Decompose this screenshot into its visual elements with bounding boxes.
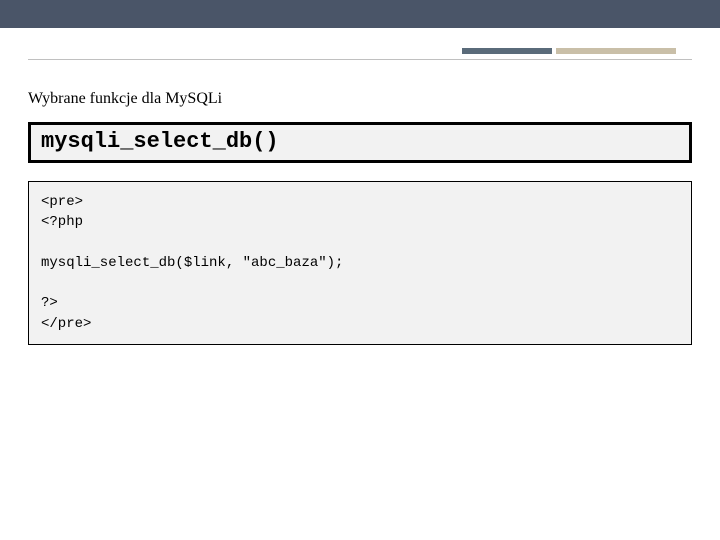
code-example-box: <pre> <?php mysqli_select_db($link, "abc… xyxy=(28,181,692,345)
accent-rule xyxy=(462,48,692,54)
section-title: Wybrane funkcje dla MySQLi xyxy=(28,90,692,108)
slide-content: Wybrane funkcje dla MySQLi mysqli_select… xyxy=(28,90,692,345)
accent-segment-dark xyxy=(462,48,552,54)
function-name: mysqli_select_db() xyxy=(41,129,679,154)
divider-line xyxy=(28,59,692,60)
slide-top-bar xyxy=(0,0,720,28)
function-name-box: mysqli_select_db() xyxy=(28,122,692,163)
accent-segment-light xyxy=(556,48,676,54)
code-example-text: <pre> <?php mysqli_select_db($link, "abc… xyxy=(41,192,679,334)
